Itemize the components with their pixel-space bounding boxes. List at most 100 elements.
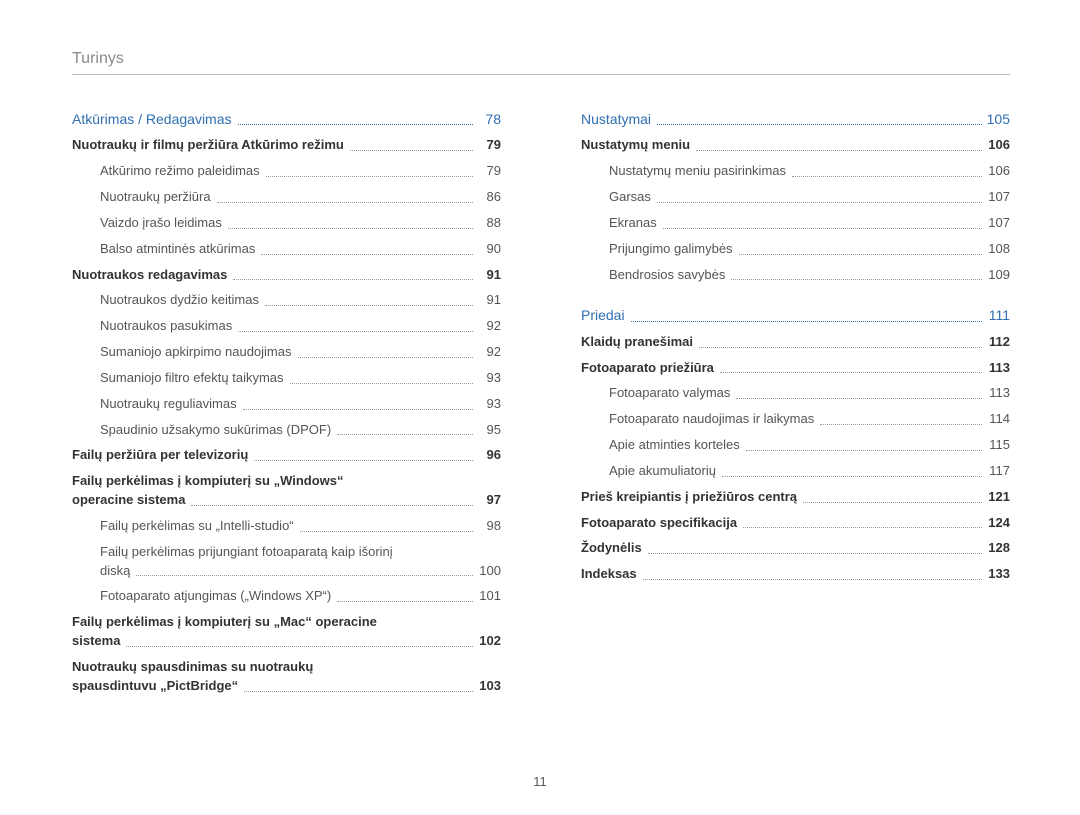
toc-page: 86: [477, 188, 501, 207]
toc-item[interactable]: Fotoaparato valymas113: [581, 384, 1010, 403]
leader-dots: [136, 575, 473, 576]
toc-item[interactable]: Apie akumuliatorių 117: [581, 462, 1010, 481]
toc-page: 114: [986, 410, 1010, 429]
leader-dots: [191, 505, 473, 506]
toc-label: Nuotraukų spausdinimas su nuotraukų: [72, 658, 313, 677]
toc-label: Sumaniojo filtro efektų taikymas: [100, 369, 284, 388]
toc-page: 91: [477, 266, 501, 285]
toc-item[interactable]: Ekranas107: [581, 214, 1010, 233]
toc-label: Sumaniojo apkirpimo naudojimas: [100, 343, 292, 362]
toc-item[interactable]: Apie atminties korteles115: [581, 436, 1010, 455]
toc-label: Balso atmintinės atkūrimas: [100, 240, 255, 259]
leader-dots: [643, 579, 982, 580]
toc-label: Atkūrimo režimo paleidimas: [100, 162, 260, 181]
toc-page: 112: [986, 333, 1010, 352]
toc-page: 90: [477, 240, 501, 259]
toc-item[interactable]: Spaudinio užsakymo sukūrimas (DPOF)95: [72, 421, 501, 440]
leader-dots: [722, 476, 982, 477]
toc-heading[interactable]: Nustatymų meniu106: [581, 136, 1010, 155]
toc-item[interactable]: Balso atmintinės atkūrimas 90: [72, 240, 501, 259]
toc-heading[interactable]: Prieš kreipiantis į priežiūros centrą121: [581, 488, 1010, 507]
toc-item[interactable]: Failų perkėlimas su „Intelli-studio“98: [72, 517, 501, 536]
leader-dots: [350, 150, 473, 151]
toc-label: diską: [100, 562, 130, 581]
toc-item[interactable]: Nuotraukų reguliavimas93: [72, 395, 501, 414]
toc-item[interactable]: Fotoaparato naudojimas ir laikymas114: [581, 410, 1010, 429]
toc-item[interactable]: Vaizdo įrašo leidimas88: [72, 214, 501, 233]
toc-item[interactable]: Atkūrimo režimo paleidimas 79: [72, 162, 501, 181]
toc-label: Nustatymai: [581, 109, 651, 129]
toc-item-cont[interactable]: diską100: [72, 562, 501, 581]
toc-page: 128: [986, 539, 1010, 558]
toc-page: 78: [477, 109, 501, 129]
toc-label: Apie akumuliatorių: [609, 462, 716, 481]
toc-label: Fotoaparato priežiūra: [581, 359, 714, 378]
toc-page: 95: [477, 421, 501, 440]
leader-dots: [820, 424, 982, 425]
toc-label: Garsas: [609, 188, 651, 207]
toc-label: Prijungimo galimybės: [609, 240, 733, 259]
toc-heading[interactable]: Indeksas133: [581, 565, 1010, 584]
toc-page: 107: [986, 188, 1010, 207]
leader-dots: [266, 176, 473, 177]
toc-item[interactable]: Sumaniojo filtro efektų taikymas93: [72, 369, 501, 388]
toc-page: 108: [986, 240, 1010, 259]
toc-heading[interactable]: Fotoaparato specifikacija124: [581, 514, 1010, 533]
toc-page: 92: [477, 317, 501, 336]
toc-item[interactable]: Fotoaparato atjungimas („Windows XP“)101: [72, 587, 501, 606]
toc-item[interactable]: Sumaniojo apkirpimo naudojimas92: [72, 343, 501, 362]
toc-page: 117: [986, 462, 1010, 481]
leader-dots: [243, 409, 473, 410]
leader-dots: [300, 531, 473, 532]
toc-page: 133: [986, 565, 1010, 584]
toc-page: 79: [477, 162, 501, 181]
leader-dots: [261, 254, 473, 255]
toc-heading-cont[interactable]: spausdintuvu „PictBridge“103: [72, 677, 501, 696]
toc-heading[interactable]: Failų peržiūra per televizorių96: [72, 446, 501, 465]
toc-page: 115: [986, 436, 1010, 455]
toc-label: Vaizdo įrašo leidimas: [100, 214, 222, 233]
column-right: Nustatymai105 Nustatymų meniu106 Nustaty…: [581, 109, 1010, 703]
toc-heading[interactable]: Žodynėlis128: [581, 539, 1010, 558]
leader-dots: [739, 254, 982, 255]
toc-heading[interactable]: Fotoaparato priežiūra 113: [581, 359, 1010, 378]
toc-label: Nuotraukos dydžio keitimas: [100, 291, 259, 310]
toc-page: 113: [986, 359, 1010, 378]
toc-section[interactable]: Atkūrimas / Redagavimas 78: [72, 109, 501, 129]
toc-heading[interactable]: Nuotraukų ir filmų peržiūra Atkūrimo rež…: [72, 136, 501, 155]
page-number: 11: [0, 774, 1080, 789]
toc-label: Prieš kreipiantis į priežiūros centrą: [581, 488, 797, 507]
toc-heading[interactable]: Nuotraukų spausdinimas su nuotraukų: [72, 658, 501, 677]
leader-dots: [803, 502, 982, 503]
toc-item[interactable]: Nuotraukos pasukimas92: [72, 317, 501, 336]
leader-dots: [228, 228, 473, 229]
toc-item[interactable]: Garsas 107: [581, 188, 1010, 207]
toc-heading[interactable]: Nuotraukos redagavimas91: [72, 266, 501, 285]
leader-dots: [731, 279, 982, 280]
toc-item[interactable]: Failų perkėlimas prijungiant fotoaparatą…: [72, 543, 501, 562]
toc-item[interactable]: Nuotraukos dydžio keitimas91: [72, 291, 501, 310]
toc-page: 124: [986, 514, 1010, 533]
toc-label: Failų peržiūra per televizorių: [72, 446, 248, 465]
toc-section[interactable]: Nustatymai105: [581, 109, 1010, 129]
toc-item[interactable]: Nuotraukų peržiūra 86: [72, 188, 501, 207]
toc-label: Atkūrimas / Redagavimas: [72, 109, 232, 129]
toc-heading[interactable]: Failų perkėlimas į kompiuterį su „Mac“ o…: [72, 613, 501, 632]
leader-dots: [743, 527, 982, 528]
leader-dots: [696, 150, 982, 151]
toc-item[interactable]: Bendrosios savybės109: [581, 266, 1010, 285]
toc-page: 98: [477, 517, 501, 536]
toc-heading[interactable]: Failų perkėlimas į kompiuterį su „Window…: [72, 472, 501, 491]
toc-heading[interactable]: Klaidų pranešimai112: [581, 333, 1010, 352]
leader-dots: [648, 553, 982, 554]
toc-section[interactable]: Priedai111: [581, 305, 1010, 325]
toc-item[interactable]: Prijungimo galimybės 108: [581, 240, 1010, 259]
toc-heading-cont[interactable]: sistema102: [72, 632, 501, 651]
toc-heading-cont[interactable]: operacine sistema97: [72, 491, 501, 510]
column-left: Atkūrimas / Redagavimas 78 Nuotraukų ir …: [72, 109, 501, 703]
toc-label: Priedai: [581, 305, 625, 325]
toc-label: Failų perkėlimas į kompiuterį su „Window…: [72, 472, 344, 491]
toc-label: Nuotraukų peržiūra: [100, 188, 211, 207]
toc-item[interactable]: Nustatymų meniu pasirinkimas106: [581, 162, 1010, 181]
page-title: Turinys: [72, 50, 1010, 75]
